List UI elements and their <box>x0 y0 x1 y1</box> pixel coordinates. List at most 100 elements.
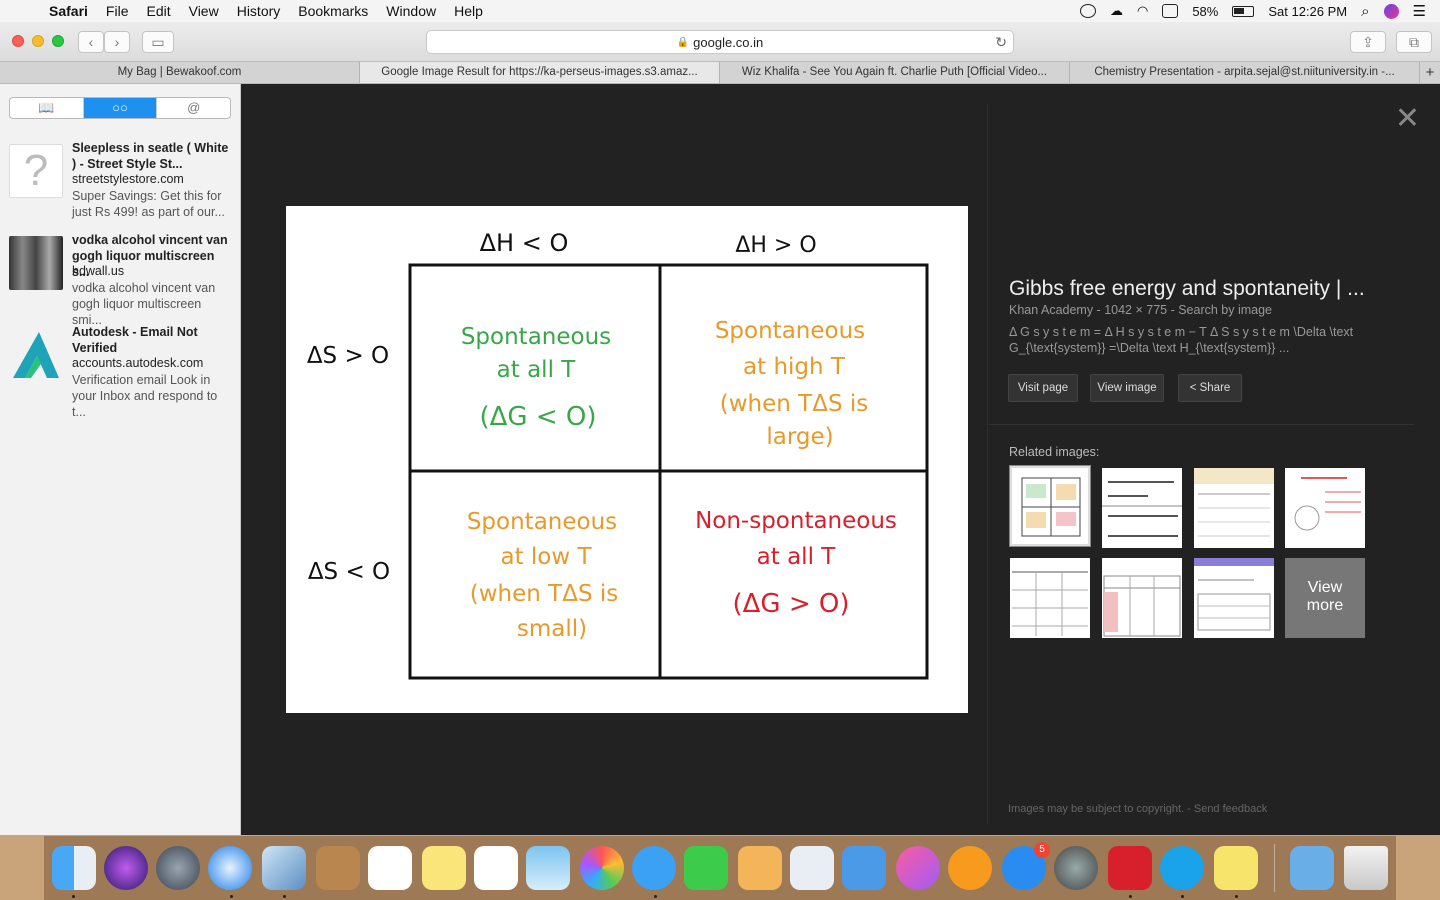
menu-window[interactable]: Window <box>377 3 445 19</box>
battery-icon[interactable] <box>1232 5 1255 17</box>
preview-icon[interactable] <box>526 846 570 890</box>
related-image-thumbnail[interactable] <box>1102 468 1182 548</box>
tab-bewakoof[interactable]: My Bag | Bewakoof.com <box>0 62 360 83</box>
launchpad-icon[interactable] <box>156 846 200 890</box>
system-preferences-icon[interactable] <box>1054 846 1098 890</box>
forward-button[interactable]: › <box>104 31 130 53</box>
related-image-thumbnail[interactable] <box>1194 468 1274 548</box>
contacts-icon[interactable] <box>316 846 360 890</box>
cell-spontaneous-high-t: Spontaneous at high T (when TΔS is large… <box>715 318 868 450</box>
related-image-thumbnail[interactable] <box>1102 558 1182 638</box>
cell-text: at low T <box>500 544 592 570</box>
applications-folder-icon[interactable] <box>1290 846 1334 890</box>
related-thumb-table <box>1194 468 1274 537</box>
pages-icon[interactable] <box>738 846 782 890</box>
view-more-button[interactable]: View more <box>1285 558 1365 638</box>
minimize-window-button[interactable] <box>32 35 44 47</box>
reload-icon[interactable]: ↻ <box>995 34 1007 51</box>
siri-dock-icon[interactable] <box>104 846 148 890</box>
reading-list-item-host: streetstylestore.com <box>72 172 184 186</box>
reading-list-item[interactable]: vodka alcohol vincent van gogh liquor mu… <box>0 226 240 327</box>
airplay-icon[interactable] <box>1162 4 1179 18</box>
browser-toolbar: ‹ › ▭ 🔒 google.co.in ↻ ⇪ ⧉ <box>0 22 1440 62</box>
view-image-button[interactable]: View image <box>1090 374 1164 402</box>
clock[interactable]: Sat 12:26 PM <box>1268 4 1347 19</box>
safari-icon[interactable] <box>208 846 252 890</box>
related-image-thumbnail[interactable] <box>1194 558 1274 638</box>
skype-icon[interactable] <box>1160 846 1204 890</box>
reading-list-item[interactable]: Autodesk - Email Not Verified accounts.a… <box>0 318 240 419</box>
dock: 5 <box>44 835 1396 900</box>
bookmarks-tab-icon[interactable]: 📖 <box>10 98 84 118</box>
image-title[interactable]: Gibbs free energy and spontaneity | ... <box>1009 277 1389 301</box>
show-all-tabs-button[interactable]: ⧉ <box>1396 31 1432 53</box>
numbers-icon[interactable] <box>790 846 834 890</box>
row-label-ds-negative: ΔS < O <box>308 559 390 585</box>
zoom-window-button[interactable] <box>52 35 64 47</box>
menu-view[interactable]: View <box>180 3 228 19</box>
back-button[interactable]: ‹ <box>78 31 104 53</box>
menu-file[interactable]: File <box>97 3 138 19</box>
tab-chemistry-presentation[interactable]: Chemistry Presentation - arpita.sejal@st… <box>1070 62 1420 83</box>
close-icon[interactable]: ✕ <box>1395 104 1420 134</box>
checkmark-status-icon[interactable] <box>1079 4 1096 18</box>
wifi-icon[interactable]: ◠ <box>1137 3 1148 19</box>
image-meta[interactable]: Khan Academy - 1042 × 775 - Search by im… <box>1009 303 1272 317</box>
finder-icon[interactable] <box>52 846 96 890</box>
photos-icon[interactable] <box>580 846 624 890</box>
messages-icon[interactable] <box>632 846 676 890</box>
tab-youtube-video[interactable]: Wiz Khalifa - See You Again ft. Charlie … <box>720 62 1070 83</box>
related-image-thumbnail[interactable] <box>1010 558 1090 638</box>
keynote-icon[interactable] <box>842 846 886 890</box>
autodesk-logo-icon <box>13 332 59 378</box>
itunes-icon[interactable] <box>896 846 940 890</box>
siri-icon[interactable] <box>1383 3 1399 19</box>
spotlight-search-icon[interactable]: ⌕ <box>1361 3 1369 20</box>
related-thumb-slide <box>1194 558 1274 631</box>
autocad-icon[interactable] <box>1108 846 1152 890</box>
menu-app-safari[interactable]: Safari <box>40 3 97 19</box>
related-image-thumbnail[interactable] <box>1009 465 1091 547</box>
address-bar[interactable]: 🔒 google.co.in ↻ <box>426 30 1014 54</box>
cell-text: large) <box>766 424 833 450</box>
notification-center-icon[interactable]: ☰ <box>1413 2 1426 20</box>
cell-text: at all T <box>757 544 837 570</box>
facetime-icon[interactable] <box>684 846 728 890</box>
notes-icon[interactable] <box>422 846 466 890</box>
trash-icon[interactable] <box>1344 846 1388 890</box>
ibooks-icon[interactable] <box>948 846 992 890</box>
cloud-status-icon[interactable]: ☁ <box>1110 3 1123 19</box>
reminders-icon[interactable] <box>474 846 518 890</box>
sidebar-toggle-button[interactable]: ▭ <box>142 31 174 53</box>
menu-edit[interactable]: Edit <box>137 3 179 19</box>
calendar-icon[interactable] <box>368 846 412 890</box>
tab-google-image-result[interactable]: Google Image Result for https://ka-perse… <box>360 62 720 83</box>
related-image-thumbnail[interactable] <box>1285 468 1365 548</box>
preview-image[interactable]: ΔH < O ΔH > O ΔS > O ΔS < O Spontaneous … <box>286 206 968 713</box>
cell-text: (ΔG < O) <box>480 402 597 432</box>
cell-spontaneous-low-t: Spontaneous at low T (when TΔS is small) <box>467 509 618 642</box>
lock-icon: 🔒 <box>676 36 690 48</box>
share-button[interactable]: ⇪ <box>1350 31 1386 53</box>
copyright-footer[interactable]: Images may be subject to copyright. - Se… <box>1008 803 1267 815</box>
new-tab-button[interactable]: + <box>1420 62 1440 83</box>
shared-links-tab-icon[interactable]: @ <box>157 98 230 118</box>
sidebar-segmented-control: 📖 ○○ @ <box>9 97 231 119</box>
stickies-icon[interactable] <box>1214 846 1258 890</box>
share-image-button[interactable]: < Share <box>1178 374 1242 402</box>
close-window-button[interactable] <box>12 35 24 47</box>
reading-list-item[interactable]: ? Sleepless in seatle ( White ) - Street… <box>0 134 240 226</box>
cell-text: (when TΔS is <box>470 581 618 607</box>
cell-text: Non-spontaneous <box>695 508 897 534</box>
related-thumb-grid <box>1021 477 1081 537</box>
menu-history[interactable]: History <box>228 3 290 19</box>
reading-list-tab-icon[interactable]: ○○ <box>83 98 158 118</box>
menu-bookmarks[interactable]: Bookmarks <box>289 3 377 19</box>
cell-text: (ΔG > O) <box>733 589 850 619</box>
mail-icon[interactable] <box>262 846 306 890</box>
reading-list-item-title: Sleepless in seatle ( White ) - Street S… <box>72 141 229 171</box>
visit-page-button[interactable]: Visit page <box>1008 374 1078 402</box>
running-indicator <box>654 895 657 898</box>
reading-list-item-desc: Super Savings: Get this for just Rs 499!… <box>72 189 225 219</box>
menu-help[interactable]: Help <box>445 3 492 19</box>
